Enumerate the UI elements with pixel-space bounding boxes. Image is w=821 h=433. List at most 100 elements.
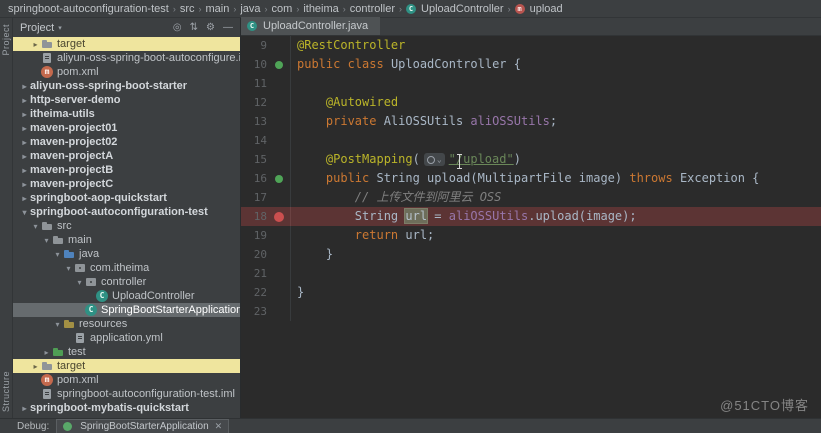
tree-item[interactable]: ▸ maven-project01: [13, 121, 240, 135]
tree-item[interactable]: ▸ target: [13, 359, 240, 373]
tree-item[interactable]: ▾ main: [13, 233, 240, 247]
code-line[interactable]: 19 return url;: [241, 226, 821, 245]
tree-item[interactable]: aliyun-oss-spring-boot-autoconfigure.iml: [13, 51, 240, 65]
code-line[interactable]: 15 @PostMapping(⌄ "/upload"): [241, 150, 821, 169]
tree-item[interactable]: UploadController: [13, 289, 240, 303]
line-number[interactable]: 17: [241, 188, 271, 207]
tree-item[interactable]: ▾ java: [13, 247, 240, 261]
spring-bean-marker-icon[interactable]: [271, 169, 291, 188]
breadcrumb-item[interactable]: itheima: [301, 3, 340, 15]
line-number[interactable]: 19: [241, 226, 271, 245]
code-editor[interactable]: 9 @RestController 10 public class UploadCon…: [241, 36, 821, 321]
code-line[interactable]: 11: [241, 74, 821, 93]
tree-item[interactable]: ▸ target: [13, 37, 240, 51]
url-inlay-icon[interactable]: ⌄: [423, 153, 445, 166]
chevron-expanded-icon[interactable]: ▾: [52, 320, 63, 329]
locate-icon[interactable]: ◎: [173, 22, 182, 33]
chevron-collapsed-icon[interactable]: ▸: [19, 180, 30, 189]
expand-collapse-icon[interactable]: ⇅: [190, 22, 198, 33]
breadcrumb-item[interactable]: com: [270, 3, 295, 15]
breakpoint-icon[interactable]: [271, 207, 291, 226]
chevron-expanded-icon[interactable]: ▾: [19, 208, 30, 217]
code-line[interactable]: 9 @RestController: [241, 36, 821, 55]
chevron-expanded-icon[interactable]: ▾: [30, 222, 41, 231]
tree-item[interactable]: ▸ springboot-aop-quickstart: [13, 191, 240, 205]
code-line[interactable]: 20 }: [241, 245, 821, 264]
breadcrumb-item[interactable]: UploadController: [404, 3, 506, 15]
chevron-collapsed-icon[interactable]: ▸: [30, 362, 41, 371]
tree-item[interactable]: ▸ maven-project02: [13, 135, 240, 149]
breadcrumb-item[interactable]: java: [238, 3, 262, 15]
spring-bean-marker-icon[interactable]: [271, 55, 291, 74]
tree-item[interactable]: ▾ controller: [13, 275, 240, 289]
project-panel-title[interactable]: Project ▾: [20, 22, 62, 34]
code-line[interactable]: 21: [241, 264, 821, 283]
tree-item[interactable]: ▾ resources: [13, 317, 240, 331]
chevron-collapsed-icon[interactable]: ▸: [19, 138, 30, 147]
line-number[interactable]: 12: [241, 93, 271, 112]
chevron-collapsed-icon[interactable]: ▸: [19, 166, 30, 175]
line-number[interactable]: 13: [241, 112, 271, 131]
breadcrumb-item[interactable]: upload: [513, 3, 565, 15]
tree-item[interactable]: ▸ itheima-utils: [13, 107, 240, 121]
tree-item[interactable]: ▾ src: [13, 219, 240, 233]
tree-item[interactable]: ▸ aliyun-oss-spring-boot-starter: [13, 79, 240, 93]
chevron-collapsed-icon[interactable]: ▸: [19, 110, 30, 119]
tool-window-button-structure[interactable]: Structure: [1, 371, 11, 412]
line-number[interactable]: 15: [241, 150, 271, 169]
tree-item[interactable]: ▸ maven-projectA: [13, 149, 240, 163]
chevron-expanded-icon[interactable]: ▾: [52, 250, 63, 259]
breadcrumb-item[interactable]: springboot-autoconfiguration-test: [6, 3, 171, 15]
chevron-expanded-icon[interactable]: ▾: [74, 278, 85, 287]
code-line[interactable]: 22}: [241, 283, 821, 302]
tree-item[interactable]: ▾ com.itheima: [13, 261, 240, 275]
line-number[interactable]: 18: [241, 207, 271, 226]
line-number[interactable]: 20: [241, 245, 271, 264]
chevron-collapsed-icon[interactable]: ▸: [19, 82, 30, 91]
chevron-collapsed-icon[interactable]: ▸: [19, 96, 30, 105]
chevron-collapsed-icon[interactable]: ▸: [19, 194, 30, 203]
line-number[interactable]: 9: [241, 36, 271, 55]
tree-item[interactable]: ▸ test: [13, 345, 240, 359]
chevron-collapsed-icon[interactable]: ▸: [19, 404, 30, 413]
chevron-collapsed-icon[interactable]: ▸: [41, 348, 52, 357]
line-number[interactable]: 11: [241, 74, 271, 93]
line-number[interactable]: 21: [241, 264, 271, 283]
line-number[interactable]: 14: [241, 131, 271, 150]
line-number[interactable]: 23: [241, 302, 271, 321]
code-line[interactable]: 13 private AliOSSUtils aliOSSUtils;: [241, 112, 821, 131]
line-number[interactable]: 22: [241, 283, 271, 302]
tree-item[interactable]: ▸ maven-projectB: [13, 163, 240, 177]
tree-item[interactable]: ▸ http-server-demo: [13, 93, 240, 107]
chevron-expanded-icon[interactable]: ▾: [41, 236, 52, 245]
tree-item[interactable]: ▸ maven-projectC: [13, 177, 240, 191]
tree-item[interactable]: pom.xml: [13, 65, 240, 79]
tree-item[interactable]: springboot-autoconfiguration-test.iml: [13, 387, 240, 401]
code-line[interactable]: 14: [241, 131, 821, 150]
settings-gear-icon[interactable]: ⚙: [206, 22, 215, 33]
tree-item[interactable]: ▸ springboot-mybatis-quickstart: [13, 401, 240, 415]
code-line[interactable]: 10 public class UploadController {: [241, 55, 821, 74]
chevron-expanded-icon[interactable]: ▾: [63, 264, 74, 273]
chevron-collapsed-icon[interactable]: ▸: [19, 124, 30, 133]
hide-panel-icon[interactable]: —: [223, 22, 233, 33]
tree-item[interactable]: ▾ springboot-autoconfiguration-test: [13, 205, 240, 219]
editor-tab-uploadcontroller[interactable]: UploadController.java: [241, 17, 381, 35]
chevron-collapsed-icon[interactable]: ▸: [30, 40, 41, 49]
tree-item[interactable]: application.yml: [13, 331, 240, 345]
chevron-collapsed-icon[interactable]: ▸: [19, 152, 30, 161]
line-number[interactable]: 16: [241, 169, 271, 188]
tree-item[interactable]: SpringBootStarterApplication: [13, 303, 240, 317]
tool-window-button-project[interactable]: Project: [1, 24, 11, 56]
line-number[interactable]: 10: [241, 55, 271, 74]
debug-tab[interactable]: SpringBootStarterApplication ✕: [56, 419, 230, 433]
code-line[interactable]: 17 // 上传文件到阿里云 OSS: [241, 188, 821, 207]
tree-item[interactable]: pom.xml: [13, 373, 240, 387]
code-line[interactable]: 18 String url = aliOSSUtils.upload(image…: [241, 207, 821, 226]
close-icon[interactable]: ✕: [215, 421, 223, 432]
code-line[interactable]: 16 public String upload(MultipartFile im…: [241, 169, 821, 188]
breadcrumb-item[interactable]: src: [178, 3, 197, 15]
breadcrumb-item[interactable]: controller: [348, 3, 397, 15]
code-line[interactable]: 12 @Autowired: [241, 93, 821, 112]
breadcrumb-item[interactable]: main: [204, 3, 232, 15]
